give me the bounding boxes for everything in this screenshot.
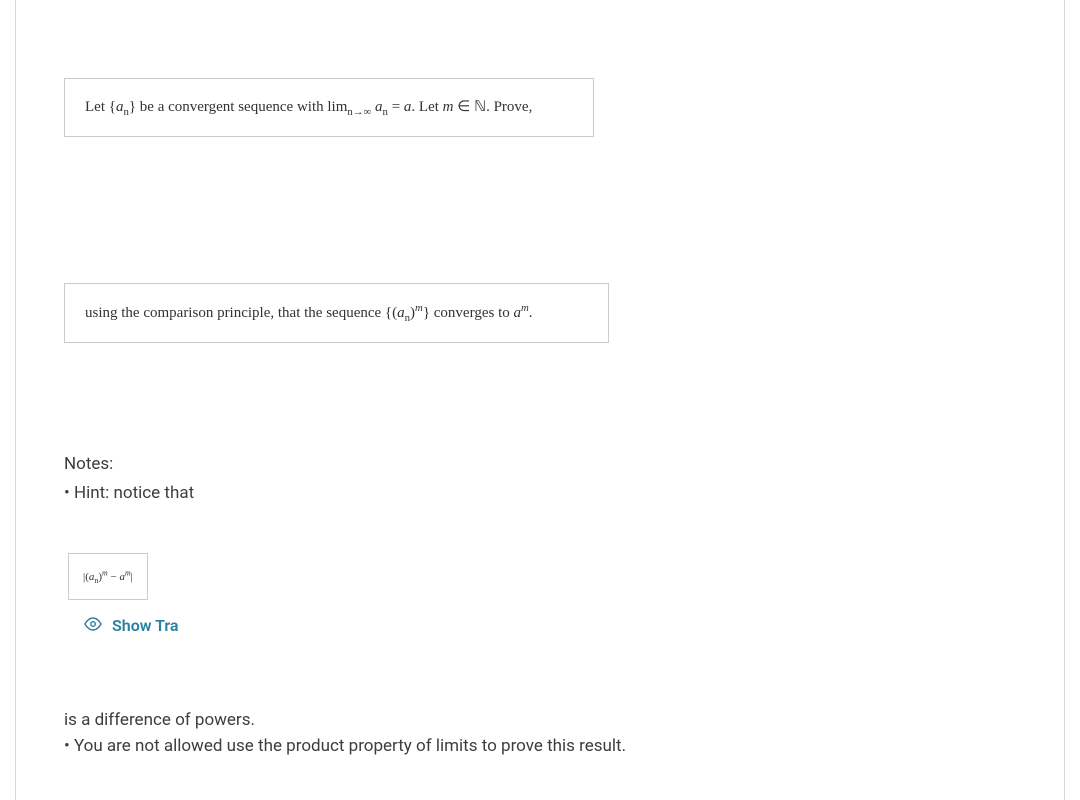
show-transcribed-label: Show Tra: [112, 616, 179, 635]
notes-heading: Notes:: [64, 450, 194, 479]
hint-line: • Hint: notice that: [64, 479, 194, 508]
problem-text: Let {an} be a convergent sequence with l…: [85, 99, 532, 115]
problem-statement-line1: Let {an} be a convergent sequence with l…: [64, 78, 594, 137]
eye-icon: [84, 617, 102, 635]
bottom-notes: is a difference of powers. • You are not…: [64, 708, 626, 759]
show-transcribed-link[interactable]: Show Tra: [84, 616, 179, 635]
restriction-line: • You are not allowed use the product pr…: [64, 734, 626, 760]
page-container: Let {an} be a convergent sequence with l…: [15, 0, 1065, 800]
notes-section: Notes: • Hint: notice that: [64, 450, 194, 508]
problem-text-2: using the comparison principle, that the…: [85, 305, 533, 321]
diff-powers-line: is a difference of powers.: [64, 708, 626, 734]
formula-text: |(an)m − am|: [83, 571, 133, 583]
formula-box: |(an)m − am|: [68, 553, 148, 600]
problem-statement-line2: using the comparison principle, that the…: [64, 283, 609, 343]
